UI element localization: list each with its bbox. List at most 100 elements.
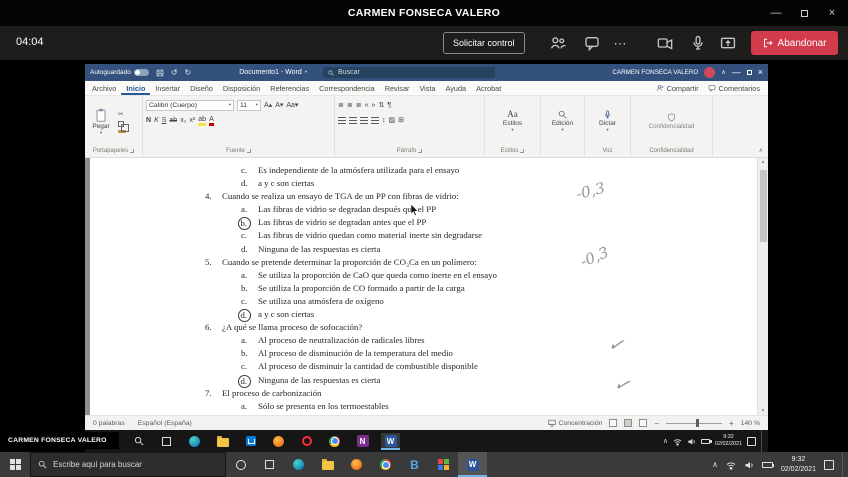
battery-icon[interactable] (761, 461, 775, 468)
underline-button[interactable]: S (162, 117, 167, 124)
word-icon[interactable]: W (381, 432, 400, 450)
dictate-button[interactable]: Dictar ▾ (588, 98, 627, 145)
chrome-icon[interactable] (325, 433, 344, 450)
justify-button[interactable] (371, 117, 379, 124)
shading-button[interactable]: ▨ (389, 117, 396, 124)
clock[interactable]: 9:32 02/02/2021 (781, 455, 816, 473)
italic-button[interactable]: K (154, 117, 159, 124)
app-icon-b[interactable]: B (400, 452, 429, 477)
sort-button[interactable]: ⇅ (378, 102, 384, 109)
remote-clock[interactable]: 9:32 02/02/2021 (715, 434, 742, 449)
change-case-button[interactable]: Aa▾ (286, 102, 298, 109)
save-icon[interactable] (156, 69, 164, 77)
align-right-button[interactable] (360, 117, 368, 124)
pilcrow-button[interactable]: ¶ (387, 102, 391, 109)
word-close-button[interactable]: × (758, 68, 763, 77)
scroll-up-arrow[interactable]: ▴ (758, 159, 768, 165)
font-color-button[interactable]: A (209, 116, 214, 126)
dialog-launcher-icon[interactable] (418, 149, 423, 153)
camera-icon[interactable] (656, 35, 674, 51)
word-maximize-button[interactable] (746, 70, 752, 75)
start-button[interactable] (0, 452, 30, 477)
print-layout-icon[interactable] (624, 419, 633, 427)
document-page[interactable]: c. Es independiente de la atmósfera utili… (90, 158, 757, 415)
tab-correspondencia[interactable]: Correspondencia (314, 81, 380, 95)
dialog-launcher-icon[interactable] (130, 149, 135, 153)
task-view-icon[interactable] (157, 433, 176, 450)
tab-disposicion[interactable]: Disposición (218, 81, 265, 95)
paste-button[interactable]: Pegar ▾ (88, 98, 114, 145)
wifi-icon[interactable] (726, 460, 736, 470)
speaker-icon[interactable] (744, 460, 754, 470)
read-mode-icon[interactable] (609, 419, 618, 427)
share-button[interactable]: Compartir (656, 84, 699, 93)
numbering-button[interactable]: ≣ (347, 102, 353, 109)
redo-button[interactable]: ↻ (185, 68, 192, 77)
ribbon-display-options-icon[interactable]: ∧ (721, 70, 725, 76)
taskbar-search-box[interactable]: Escribe aquí para buscar (30, 452, 226, 477)
tab-ayuda[interactable]: Ayuda (441, 81, 472, 95)
share-screen-icon[interactable] (719, 35, 737, 51)
action-center-icon[interactable] (824, 459, 834, 470)
dialog-launcher-icon[interactable] (520, 149, 525, 153)
word-count[interactable]: 0 palabras (93, 420, 125, 427)
zoom-in-button[interactable]: + (729, 419, 734, 428)
tab-acrobat[interactable]: Acrobat (471, 81, 506, 95)
action-center-icon[interactable] (747, 436, 756, 446)
opera-icon[interactable] (297, 433, 316, 450)
cut-button[interactable]: ✂ (118, 110, 126, 118)
store-icon[interactable] (241, 433, 260, 450)
vertical-scrollbar[interactable]: ▴ ▾ (757, 158, 768, 415)
tab-inicio[interactable]: Inicio (121, 81, 150, 95)
font-size-select[interactable]: 11 ▾ (237, 100, 261, 111)
file-explorer-icon[interactable] (213, 433, 232, 450)
styles-button[interactable]: Aa Estilos ▾ (488, 98, 537, 145)
collapse-ribbon-button[interactable]: ∧ (759, 147, 763, 154)
firefox-icon[interactable] (269, 433, 288, 450)
account-name[interactable]: CARMEN FONSECA VALERO (612, 69, 698, 76)
hidden-icons-caret[interactable]: ∧ (663, 438, 668, 445)
chat-icon[interactable] (583, 35, 601, 51)
outdent-button[interactable]: « (365, 102, 369, 109)
leave-button[interactable]: Abandonar (751, 31, 838, 55)
subscript-button[interactable]: x₂ (180, 117, 186, 124)
word-minimize-button[interactable]: — (732, 68, 741, 77)
word-icon[interactable]: W (458, 452, 487, 477)
borders-button[interactable]: ⊞ (398, 117, 404, 124)
edge-icon[interactable] (284, 452, 313, 477)
firefox-icon[interactable] (342, 452, 371, 477)
copy-button[interactable] (118, 121, 129, 132)
bullets-button[interactable]: ≣ (338, 102, 344, 109)
mic-icon[interactable] (689, 35, 707, 51)
edge-icon[interactable] (185, 433, 204, 450)
text-highlight-button[interactable]: ab (198, 116, 207, 126)
word-search-box[interactable]: Buscar (323, 67, 496, 78)
tab-referencias[interactable]: Referencias (265, 81, 314, 95)
avatar[interactable] (704, 67, 716, 78)
speaker-icon[interactable] (687, 437, 696, 446)
language-status[interactable]: Español (España) (138, 420, 192, 427)
strikethrough-button[interactable]: ab (169, 117, 177, 124)
scrollbar-thumb[interactable] (760, 170, 767, 242)
tab-vista[interactable]: Vista (414, 81, 440, 95)
battery-icon[interactable] (701, 438, 712, 444)
web-layout-icon[interactable] (639, 419, 648, 427)
dialog-launcher-icon[interactable] (246, 149, 251, 153)
file-explorer-icon[interactable] (313, 452, 342, 477)
cortana-icon[interactable] (226, 452, 255, 477)
participants-icon[interactable] (549, 35, 567, 51)
zoom-level[interactable]: 140 % (741, 420, 760, 427)
editing-button[interactable]: Edición ▾ (544, 98, 581, 145)
wifi-icon[interactable] (673, 437, 682, 446)
superscript-button[interactable]: x² (189, 117, 195, 124)
grow-font-button[interactable]: A▴ (264, 102, 272, 109)
minimize-button[interactable]: — (762, 0, 790, 26)
tab-insertar[interactable]: Insertar (150, 81, 185, 95)
chrome-icon[interactable] (371, 452, 400, 477)
document-title[interactable]: Documento1 - Word ▾ (239, 69, 307, 76)
shrink-font-button[interactable]: A▾ (275, 102, 283, 109)
app-icon-grid[interactable] (429, 452, 458, 477)
undo-button[interactable]: ↺ (171, 68, 178, 77)
close-button[interactable]: × (818, 0, 846, 26)
more-options-icon[interactable]: ⋯ (611, 35, 629, 51)
